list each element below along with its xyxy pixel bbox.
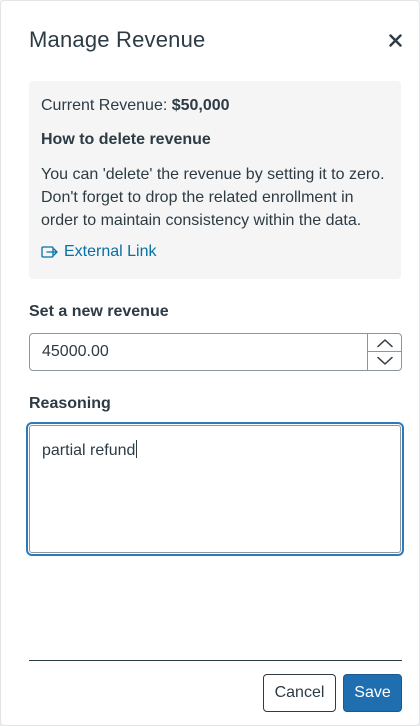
reasoning-focus-ring: partial refund (26, 422, 404, 556)
external-link-icon (41, 246, 58, 258)
close-icon (388, 33, 402, 47)
cancel-button[interactable]: Cancel (263, 674, 336, 712)
external-link[interactable]: External Link (41, 243, 389, 261)
revenue-stepper (367, 334, 401, 370)
footer-divider (29, 660, 402, 661)
revenue-label: Set a new revenue (29, 303, 169, 320)
info-heading: How to delete revenue (41, 131, 211, 148)
chevron-down-icon (376, 356, 393, 365)
revenue-input[interactable] (30, 334, 366, 370)
info-panel: Current Revenue: $50,000 How to delete r… (29, 81, 401, 279)
current-revenue-label: Current Revenue: (41, 97, 172, 114)
reasoning-textarea[interactable]: partial refund (29, 425, 401, 553)
revenue-number-field (29, 333, 402, 371)
step-up-button[interactable] (368, 334, 401, 352)
info-body: You can 'delete' the revenue by setting … (41, 166, 385, 229)
external-link-label: External Link (64, 243, 157, 260)
chevron-up-icon (376, 338, 393, 347)
close-button[interactable] (385, 30, 405, 50)
reasoning-text: partial refund (42, 442, 136, 459)
save-button[interactable]: Save (343, 674, 402, 712)
manage-revenue-dialog: Manage Revenue Current Revenue: $50,000 … (0, 0, 420, 726)
dialog-title: Manage Revenue (29, 27, 206, 52)
current-revenue: Current Revenue: $50,000 (41, 97, 389, 115)
text-caret (136, 440, 138, 458)
step-down-button[interactable] (368, 352, 401, 370)
reasoning-label: Reasoning (29, 395, 111, 412)
current-revenue-value: $50,000 (171, 97, 230, 114)
